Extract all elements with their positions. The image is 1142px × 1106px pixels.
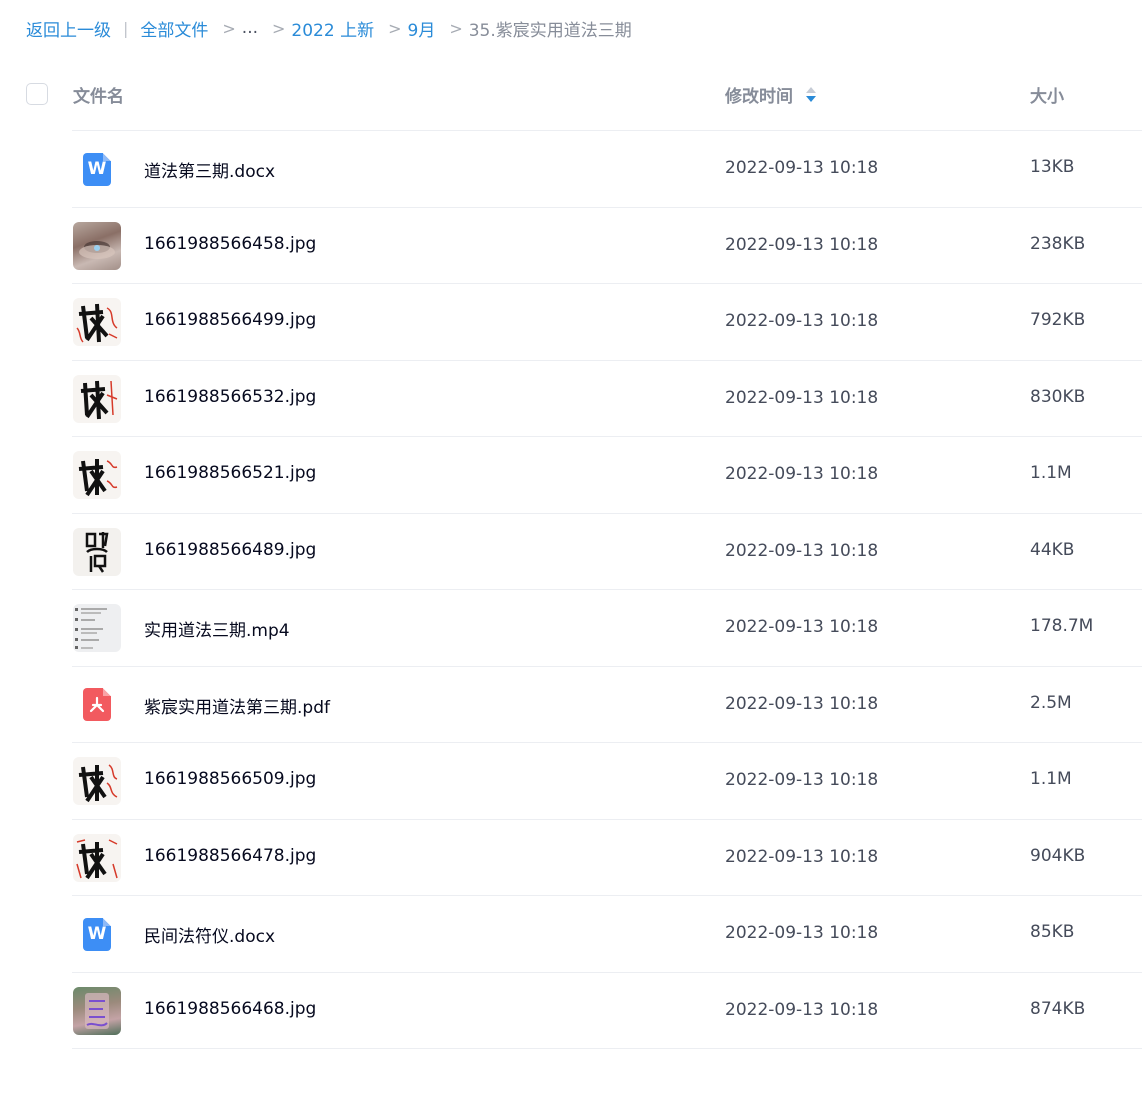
file-modified: 2022-09-13 10:18 xyxy=(725,617,879,637)
file-size: 792KB xyxy=(1030,310,1086,330)
file-name[interactable]: 1661988566478.jpg xyxy=(144,846,316,866)
file-size: 85KB xyxy=(1030,922,1075,942)
file-modified: 2022-09-13 10:18 xyxy=(725,846,879,867)
file-modified: 2022-09-13 10:18 xyxy=(725,999,879,1020)
file-modified: 2022-09-13 10:18 xyxy=(725,923,879,943)
column-header-name[interactable]: 文件名 xyxy=(73,82,124,107)
chevron-right-icon: > xyxy=(222,18,236,38)
file-list: W 道法第三期.docx 2022-09-13 10:18 13KB 16619… xyxy=(0,131,1142,1049)
file-table-header: 文件名 修改时间 大小 xyxy=(0,58,1142,131)
table-row[interactable]: 实用道法三期.mp4 2022-09-13 10:18 178.7M xyxy=(0,590,1142,667)
file-name[interactable]: 民间法符仪.docx xyxy=(144,922,275,947)
image-thumbnail xyxy=(73,451,121,499)
file-size: 2.5M xyxy=(1030,692,1072,713)
chevron-right-icon: > xyxy=(272,18,286,38)
select-all-checkbox[interactable] xyxy=(26,83,48,105)
table-row[interactable]: 紫宸实用道法第三期.pdf 2022-09-13 10:18 2.5M xyxy=(0,667,1142,744)
image-thumbnail xyxy=(73,221,121,270)
pdf-icon xyxy=(73,681,121,729)
table-row[interactable]: 1661988566532.jpg 2022-09-13 10:18 830KB xyxy=(0,361,1142,438)
file-size: 238KB xyxy=(1030,233,1086,254)
file-size: 1.1M xyxy=(1030,769,1072,789)
table-row[interactable]: 1661988566521.jpg 2022-09-13 10:18 1.1M xyxy=(0,437,1142,514)
breadcrumb-ellipsis[interactable]: ... xyxy=(242,18,258,38)
file-size: 44KB xyxy=(1030,539,1075,560)
video-thumbnail xyxy=(73,604,121,652)
file-modified: 2022-09-13 10:18 xyxy=(725,311,879,331)
file-modified: 2022-09-13 10:18 xyxy=(725,234,879,255)
breadcrumb-current-folder: 35.紫宸实用道法三期 xyxy=(468,20,632,41)
file-name[interactable]: 1661988566532.jpg xyxy=(144,387,316,407)
image-thumbnail xyxy=(73,298,121,346)
file-modified: 2022-09-13 10:18 xyxy=(725,387,879,408)
table-row[interactable]: 1661988566489.jpg 2022-09-13 10:18 44KB xyxy=(0,514,1142,591)
file-name[interactable]: 1661988566489.jpg xyxy=(144,540,316,560)
word-doc-icon: W xyxy=(73,910,121,958)
file-name[interactable]: 1661988566468.jpg xyxy=(144,999,316,1019)
file-size: 830KB xyxy=(1030,386,1086,407)
file-size: 178.7M xyxy=(1030,616,1094,636)
image-thumbnail xyxy=(73,527,121,576)
file-name[interactable]: 实用道法三期.mp4 xyxy=(144,616,290,641)
breadcrumb-all-files[interactable]: 全部文件 xyxy=(140,16,208,41)
file-name[interactable]: 1661988566499.jpg xyxy=(144,310,316,330)
file-name[interactable]: 1661988566458.jpg xyxy=(144,234,316,254)
table-row[interactable]: 1661988566468.jpg 2022-09-13 10:18 874KB xyxy=(0,973,1142,1050)
back-link[interactable]: 返回上一级 xyxy=(26,16,111,41)
file-size: 874KB xyxy=(1030,998,1086,1019)
table-row[interactable]: W 民间法符仪.docx 2022-09-13 10:18 85KB xyxy=(0,896,1142,973)
file-modified: 2022-09-13 10:18 xyxy=(725,693,879,714)
chevron-right-icon: > xyxy=(449,18,463,38)
file-name[interactable]: 1661988566509.jpg xyxy=(144,769,316,789)
file-modified: 2022-09-13 10:18 xyxy=(725,540,879,561)
file-size: 1.1M xyxy=(1030,463,1072,483)
file-size: 13KB xyxy=(1030,157,1075,177)
breadcrumb: 返回上一级 | 全部文件 > ... > 2022 上新 > 9月 > 35.紫… xyxy=(26,14,632,42)
file-modified: 2022-09-13 10:18 xyxy=(725,464,879,484)
breadcrumb-september[interactable]: 9月 xyxy=(408,16,436,41)
file-name[interactable]: 紫宸实用道法第三期.pdf xyxy=(144,693,330,718)
table-row[interactable]: 1661988566478.jpg 2022-09-13 10:18 904KB xyxy=(0,820,1142,897)
column-header-modified[interactable]: 修改时间 xyxy=(725,82,817,107)
file-modified: 2022-09-13 10:18 xyxy=(725,770,879,790)
word-doc-icon: W xyxy=(73,145,121,193)
image-thumbnail xyxy=(73,833,121,882)
table-row[interactable]: 1661988566509.jpg 2022-09-13 10:18 1.1M xyxy=(0,743,1142,820)
breadcrumb-2022-new[interactable]: 2022 上新 xyxy=(291,16,374,41)
table-row[interactable]: W 道法第三期.docx 2022-09-13 10:18 13KB xyxy=(0,131,1142,208)
chevron-right-icon: > xyxy=(388,18,402,38)
file-name[interactable]: 1661988566521.jpg xyxy=(144,463,316,483)
file-modified: 2022-09-13 10:18 xyxy=(725,158,879,178)
breadcrumb-divider: | xyxy=(123,18,129,38)
image-thumbnail xyxy=(73,757,121,805)
file-name[interactable]: 道法第三期.docx xyxy=(144,157,275,182)
file-size: 904KB xyxy=(1030,845,1086,866)
image-thumbnail xyxy=(73,986,121,1035)
sort-icon[interactable] xyxy=(805,85,817,105)
image-thumbnail xyxy=(73,374,121,423)
column-header-modified-label: 修改时间 xyxy=(725,87,793,107)
column-header-size[interactable]: 大小 xyxy=(1030,82,1064,107)
table-row[interactable]: 1661988566499.jpg 2022-09-13 10:18 792KB xyxy=(0,284,1142,361)
table-row[interactable]: 1661988566458.jpg 2022-09-13 10:18 238KB xyxy=(0,208,1142,285)
